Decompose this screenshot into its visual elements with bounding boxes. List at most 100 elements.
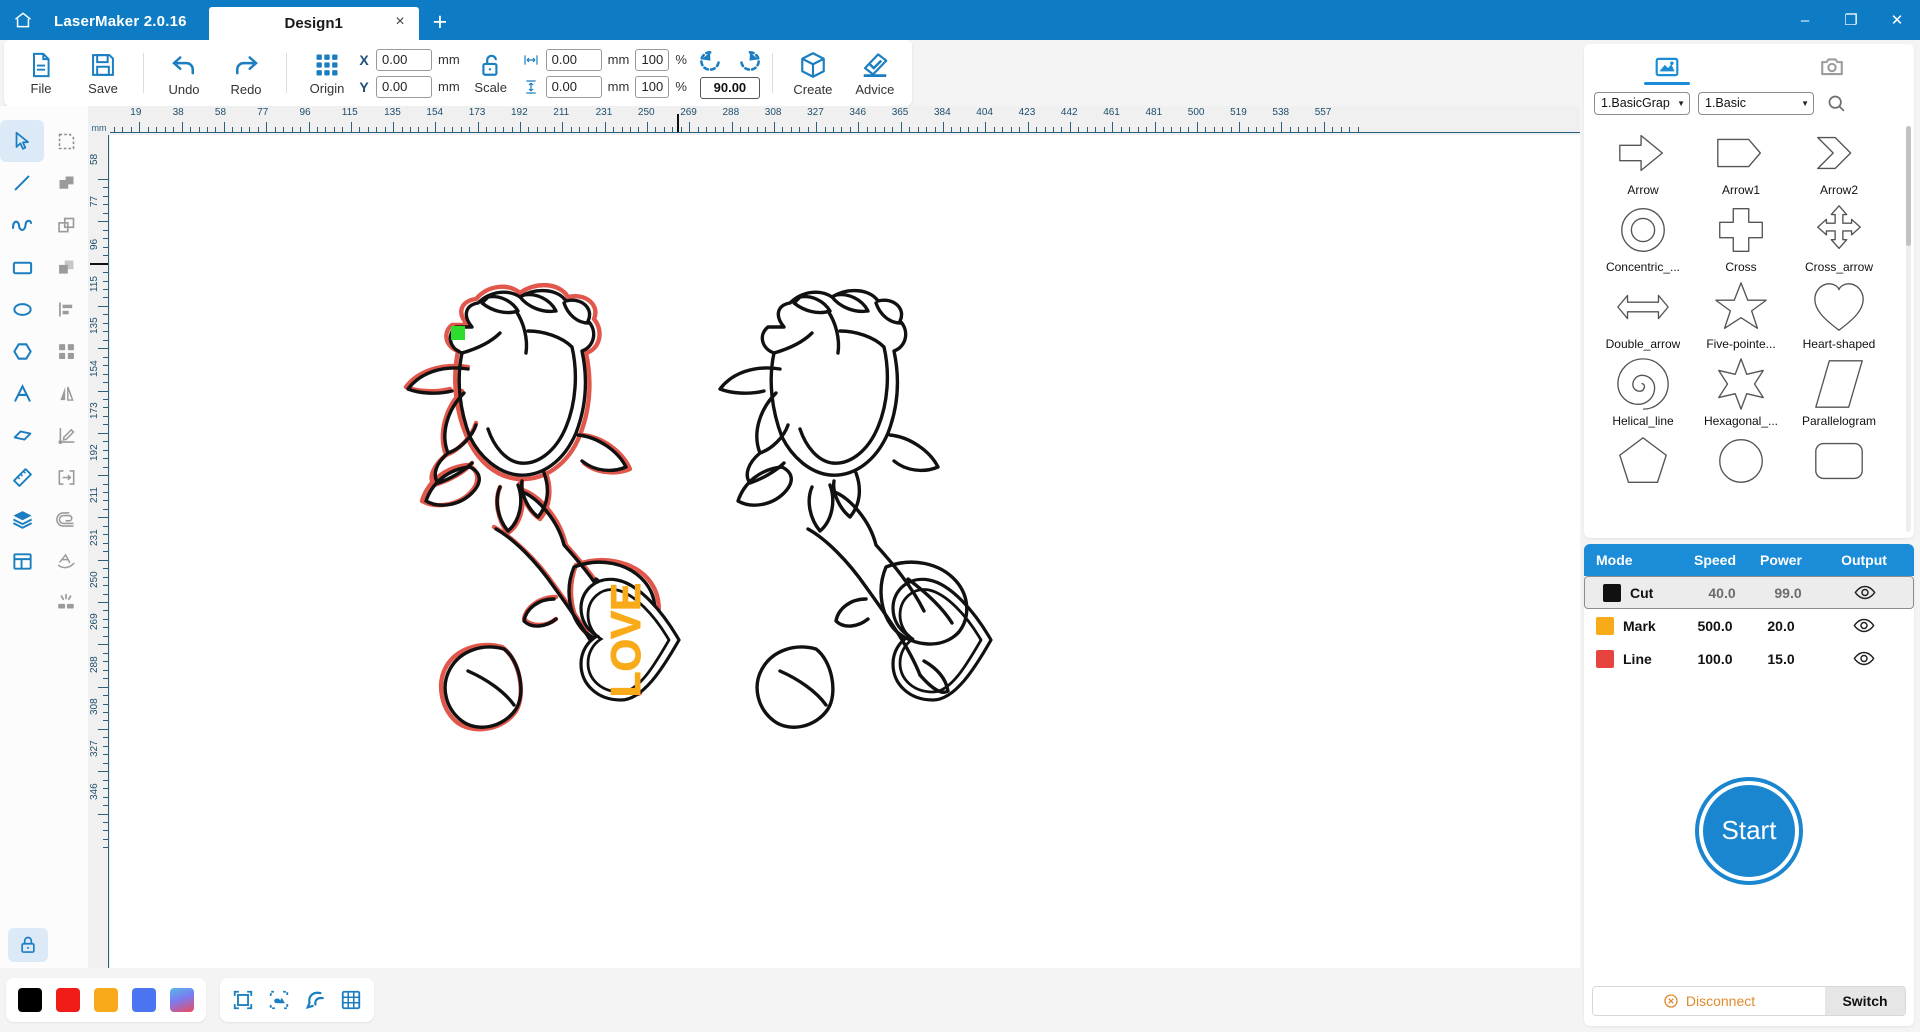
sidebar-item-node-edit-tool[interactable] (44, 120, 88, 162)
sidebar-item-intersect-tool[interactable] (44, 204, 88, 246)
sidebar-item-layers-tool[interactable] (0, 498, 44, 540)
shape-item[interactable]: Parallelogram (1790, 355, 1888, 432)
shape-item[interactable]: Heart-shaped (1790, 278, 1888, 355)
heart-love-badge[interactable]: LOVE (579, 577, 681, 702)
home-button[interactable] (0, 0, 46, 40)
color-blue[interactable] (132, 988, 156, 1012)
sidebar-item-measure-angle-tool[interactable] (44, 414, 88, 456)
canvas-sheet[interactable]: LOVE (116, 135, 1334, 903)
create-button[interactable]: Create (782, 42, 844, 104)
shape-item[interactable]: Arrow (1594, 124, 1692, 201)
sidebar-item-rectangle-tool[interactable] (0, 246, 44, 288)
document-tab-design1[interactable]: Design1 × (208, 7, 419, 40)
shape-grid[interactable]: Arrow Arrow1 Arrow2 Concentric_... Cross Cros… (1584, 120, 1914, 538)
speed-cell[interactable]: 40.0 (1689, 585, 1755, 601)
rose-artwork-selected[interactable]: LOVE (403, 283, 681, 732)
grid-icon[interactable] (340, 989, 362, 1011)
fit-to-frame-icon[interactable] (232, 989, 254, 1011)
mode-color-chip[interactable] (1596, 649, 1614, 668)
shape-item[interactable]: Double_arrow (1594, 278, 1692, 355)
sidebar-item-eraser-tool[interactable] (0, 414, 44, 456)
x-input[interactable]: 0.00 (376, 48, 432, 71)
mode-color-chip[interactable] (1603, 583, 1621, 602)
sidebar-item-bridge-tool[interactable] (44, 456, 88, 498)
rose-artwork-plain[interactable] (718, 289, 993, 729)
mode-color-chip[interactable] (1596, 616, 1614, 635)
library-scrollbar[interactable] (1906, 126, 1911, 532)
sidebar-item-line-tool[interactable] (0, 162, 44, 204)
mode-row[interactable]: Cut 40.0 99.0 (1584, 576, 1914, 609)
output-cell[interactable] (1821, 585, 1909, 600)
color-gradient[interactable] (170, 988, 194, 1012)
tab-camera[interactable] (1787, 49, 1877, 85)
library-scrollbar-thumb[interactable] (1906, 126, 1911, 246)
close-window-button[interactable]: ✕ (1874, 0, 1920, 40)
color-orange[interactable] (94, 988, 118, 1012)
sidebar-item-union-tool[interactable] (44, 162, 88, 204)
sidebar-item-mirror-tool[interactable] (44, 372, 88, 414)
sidebar-item-subtract-tool[interactable] (44, 246, 88, 288)
shape-item[interactable] (1790, 432, 1888, 494)
shape-item[interactable]: Arrow1 (1692, 124, 1790, 201)
design-canvas[interactable]: LOVE (110, 135, 1580, 968)
redo-button[interactable]: Redo (215, 42, 277, 104)
disconnect-button[interactable]: Disconnect (1593, 987, 1825, 1015)
maximize-button[interactable]: ❐ (1828, 0, 1874, 40)
horizontal-ruler[interactable]: 0193858779611513515417319221123125026928… (88, 106, 1580, 135)
sidebar-item-distribute-tool[interactable] (44, 330, 88, 372)
power-cell[interactable]: 15.0 (1748, 651, 1814, 667)
speed-cell[interactable]: 500.0 (1682, 618, 1748, 634)
color-black[interactable] (18, 988, 42, 1012)
output-cell[interactable] (1814, 651, 1914, 666)
shape-item[interactable]: Helical_line (1594, 355, 1692, 432)
rotation-angle-input[interactable]: 90.00 (699, 76, 760, 99)
shape-item[interactable]: Arrow2 (1790, 124, 1888, 201)
color-red[interactable] (56, 988, 80, 1012)
close-tab-icon[interactable]: × (395, 14, 404, 30)
vertical-ruler[interactable]: 58 77 96 115 135 154 173 192 211 231 250 269 288 308 3… (88, 135, 110, 968)
rotate-right-icon[interactable] (737, 48, 763, 74)
shape-item[interactable]: Hexagonal_... (1692, 355, 1790, 432)
sidebar-item-curve-tool[interactable] (0, 204, 44, 246)
shape-item[interactable]: Concentric_... (1594, 201, 1692, 278)
file-button[interactable]: File (10, 42, 72, 104)
magnet-snap-icon[interactable] (304, 989, 326, 1011)
save-button[interactable]: Save (72, 42, 134, 104)
start-button[interactable]: Start (1699, 780, 1799, 881)
shape-item[interactable]: Cross (1692, 201, 1790, 278)
sidebar-item-polygon-tool[interactable] (0, 330, 44, 372)
sidebar-item-offset-tool[interactable] (44, 498, 88, 540)
tab-library[interactable] (1622, 49, 1712, 85)
shape-item[interactable]: Five-pointe... (1692, 278, 1790, 355)
category-select[interactable]: 1.BasicGrap ▼ (1594, 91, 1690, 115)
sidebar-item-text-on-path-tool[interactable] (44, 540, 88, 582)
selection-handle[interactable] (451, 326, 465, 340)
mode-row[interactable]: Line 100.0 15.0 (1584, 642, 1914, 675)
width-percent-input[interactable]: 100 (635, 48, 670, 71)
scale-lock-button[interactable]: Scale (460, 42, 522, 104)
origin-button[interactable]: Origin (296, 42, 358, 104)
sidebar-item-select-tool[interactable] (0, 120, 44, 162)
height-percent-input[interactable]: 100 (635, 75, 670, 98)
width-input[interactable]: 0.00 (545, 48, 602, 71)
shape-item[interactable] (1594, 432, 1692, 494)
shape-item[interactable]: Cross_arrow (1790, 201, 1888, 278)
fit-selection-icon[interactable] (268, 989, 290, 1011)
sidebar-item-ellipse-tool[interactable] (0, 288, 44, 330)
undo-button[interactable]: Undo (153, 42, 215, 104)
sidebar-item-explode-tool[interactable] (44, 582, 88, 624)
canvas-lock-button[interactable] (8, 928, 48, 962)
sidebar-item-ruler-tool[interactable] (0, 456, 44, 498)
mode-row[interactable]: Mark 500.0 20.0 (1584, 609, 1914, 642)
power-cell[interactable]: 20.0 (1748, 618, 1814, 634)
search-icon[interactable] (1826, 93, 1847, 114)
shape-item[interactable] (1692, 432, 1790, 494)
sidebar-item-align-tool[interactable] (44, 288, 88, 330)
sidebar-item-text-tool[interactable] (0, 372, 44, 414)
minimize-button[interactable]: – (1782, 0, 1828, 40)
subcategory-select[interactable]: 1.Basic ▼ (1698, 91, 1814, 115)
speed-cell[interactable]: 100.0 (1682, 651, 1748, 667)
switch-button[interactable]: Switch (1825, 987, 1905, 1015)
new-tab-button[interactable]: + (419, 10, 462, 40)
output-cell[interactable] (1814, 618, 1914, 633)
